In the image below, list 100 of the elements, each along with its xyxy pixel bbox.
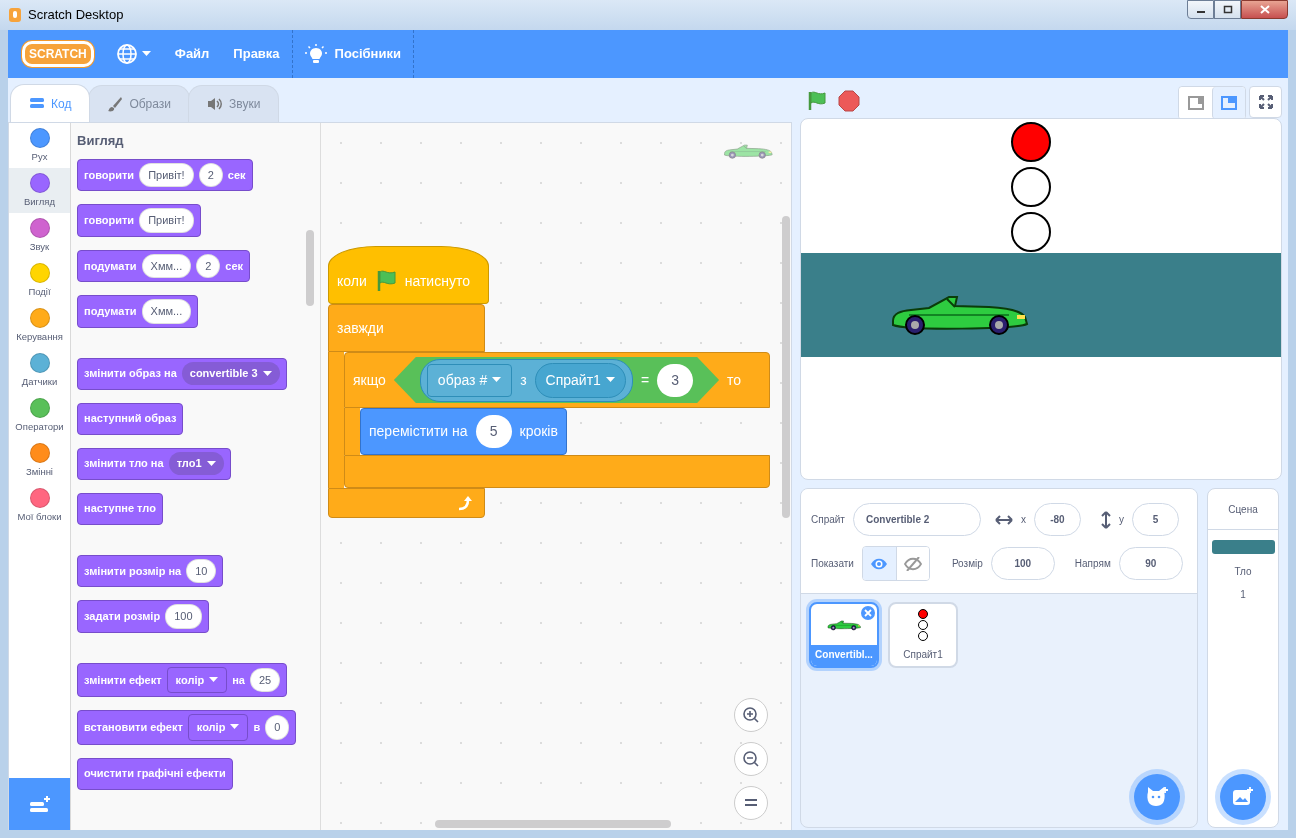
sprite-tile[interactable]: Спрайт1: [888, 602, 958, 668]
category-label: Керування: [16, 330, 63, 344]
input-field[interactable]: 3: [657, 363, 694, 397]
input-field[interactable]: Привіт!: [139, 208, 194, 233]
code-block[interactable]: змінити тло на тло1: [77, 447, 231, 480]
eye-slash-icon: [903, 556, 922, 571]
close-icon: [1259, 5, 1270, 14]
input-field[interactable]: Привіт!: [139, 162, 194, 187]
block-label: подумати: [84, 258, 137, 274]
motion-block[interactable]: перемістити на 5 кроків: [360, 408, 567, 455]
block-label: наступний образ: [84, 411, 177, 427]
backdrops-count: 1: [1240, 588, 1246, 602]
zoom-out-icon: [742, 750, 760, 768]
dropdown[interactable]: колір: [166, 666, 228, 693]
input-field[interactable]: 10: [186, 558, 217, 583]
block-label: то: [727, 370, 742, 390]
category-item[interactable]: Вигляд: [9, 168, 70, 213]
code-block[interactable]: змінити розмір на 10: [77, 554, 224, 587]
code-block[interactable]: наступний образ: [77, 402, 184, 435]
block-label: змінити образ на: [84, 366, 177, 382]
caret-icon: [209, 676, 219, 683]
code-block[interactable]: наступне тло: [77, 492, 163, 525]
reset-zoom-button[interactable]: [734, 786, 768, 820]
stage[interactable]: [800, 118, 1282, 480]
category-label: Мої блоки: [17, 510, 62, 524]
category-label: Звук: [29, 240, 50, 254]
globe-icon: [115, 43, 138, 65]
condition-block[interactable]: образ # з Спрайт1 = 3: [393, 357, 720, 403]
add-backdrop-button[interactable]: [1220, 774, 1266, 820]
block-label: говорити: [84, 167, 135, 183]
if-block[interactable]: якщо образ # з Спрайт1 = 3 то: [344, 352, 770, 408]
dropdown[interactable]: колір: [187, 714, 249, 741]
vertical-arrow-icon: [1100, 510, 1111, 529]
input-field[interactable]: 100: [165, 604, 202, 629]
input-field[interactable]: 5: [475, 415, 512, 448]
lightbulb-icon: [304, 44, 327, 64]
code-block[interactable]: подумати Хмм... 2 сек: [77, 249, 251, 282]
category-item[interactable]: Події: [9, 258, 70, 303]
category-item[interactable]: Оператори: [9, 393, 70, 438]
fullscreen-button[interactable]: [1249, 86, 1282, 118]
code-block[interactable]: задати розмір 100: [77, 600, 209, 633]
input-field[interactable]: 0: [265, 715, 290, 740]
input-field[interactable]: 2: [196, 253, 221, 278]
scrollbar[interactable]: [435, 820, 671, 828]
minimize-button[interactable]: [1187, 0, 1214, 19]
hide-button[interactable]: [895, 547, 929, 580]
show-button[interactable]: [862, 547, 896, 580]
zoom-in-button[interactable]: [734, 698, 768, 732]
close-button[interactable]: [1241, 0, 1288, 19]
block-label: на: [232, 672, 245, 688]
caret-icon: [605, 377, 615, 383]
code-block[interactable]: говорити Привіт! 2 сек: [77, 158, 253, 191]
delete-button[interactable]: [861, 606, 875, 620]
category-item[interactable]: Звук: [9, 213, 70, 258]
dropdown[interactable]: тло1: [168, 452, 224, 475]
scrollbar[interactable]: [306, 230, 314, 306]
stop-icon[interactable]: [838, 90, 860, 112]
code-block[interactable]: говорити Привіт!: [77, 204, 201, 237]
car-icon: [723, 143, 773, 159]
zoom-in-icon: [742, 706, 760, 724]
category-item[interactable]: Рух: [9, 123, 70, 168]
backdrop-thumbnail: [1211, 540, 1275, 554]
zoom-out-button[interactable]: [734, 742, 768, 776]
block-label: сек: [227, 167, 246, 183]
caret-icon: [230, 724, 240, 731]
code-block[interactable]: подумати Хмм...: [77, 295, 199, 328]
flag-icon[interactable]: [806, 90, 828, 112]
category-label: Оператори: [15, 420, 64, 434]
small-stage-icon: [1187, 96, 1204, 110]
traffic-light-thumbnail: [917, 607, 929, 642]
maximize-button[interactable]: [1214, 0, 1241, 19]
close-icon: [864, 609, 872, 617]
code-block[interactable]: змінити ефект колір на 25: [77, 662, 288, 697]
caret-icon: [206, 460, 216, 467]
scrollbar[interactable]: [782, 216, 790, 518]
field-label: Напрям: [1074, 557, 1111, 571]
input-field[interactable]: Хмм...: [141, 299, 192, 324]
loop-arrow-icon: [456, 495, 474, 511]
code-block[interactable]: встановити ефект колір в 0: [77, 710, 297, 745]
category-item[interactable]: Керування: [9, 303, 70, 348]
operator-label: =: [640, 370, 650, 390]
category-label: Змінні: [26, 465, 53, 479]
block-label: очистити графічні ефекти: [84, 766, 226, 782]
add-sprite-button[interactable]: [1134, 774, 1180, 820]
caret-icon: [492, 377, 502, 383]
category-item[interactable]: Мої блоки: [9, 483, 70, 528]
add-extension-button[interactable]: [9, 778, 70, 830]
category-item[interactable]: Змінні: [9, 438, 70, 483]
input-field[interactable]: 25: [249, 667, 281, 692]
code-block[interactable]: очистити графічні ефекти: [77, 757, 233, 790]
sprite-name: Convertibl...: [811, 645, 877, 666]
input-field[interactable]: 2: [198, 162, 223, 187]
dropdown[interactable]: convertible 3: [181, 362, 280, 385]
block-label: подумати: [84, 304, 137, 319]
code-block[interactable]: змінити образ на convertible 3: [77, 357, 287, 390]
category-item[interactable]: Датчики: [9, 348, 70, 393]
caret-icon: [141, 51, 151, 57]
block-label: встановити ефект: [84, 720, 183, 735]
input-field[interactable]: Хмм...: [141, 253, 192, 278]
image-plus-icon: [1232, 787, 1254, 807]
